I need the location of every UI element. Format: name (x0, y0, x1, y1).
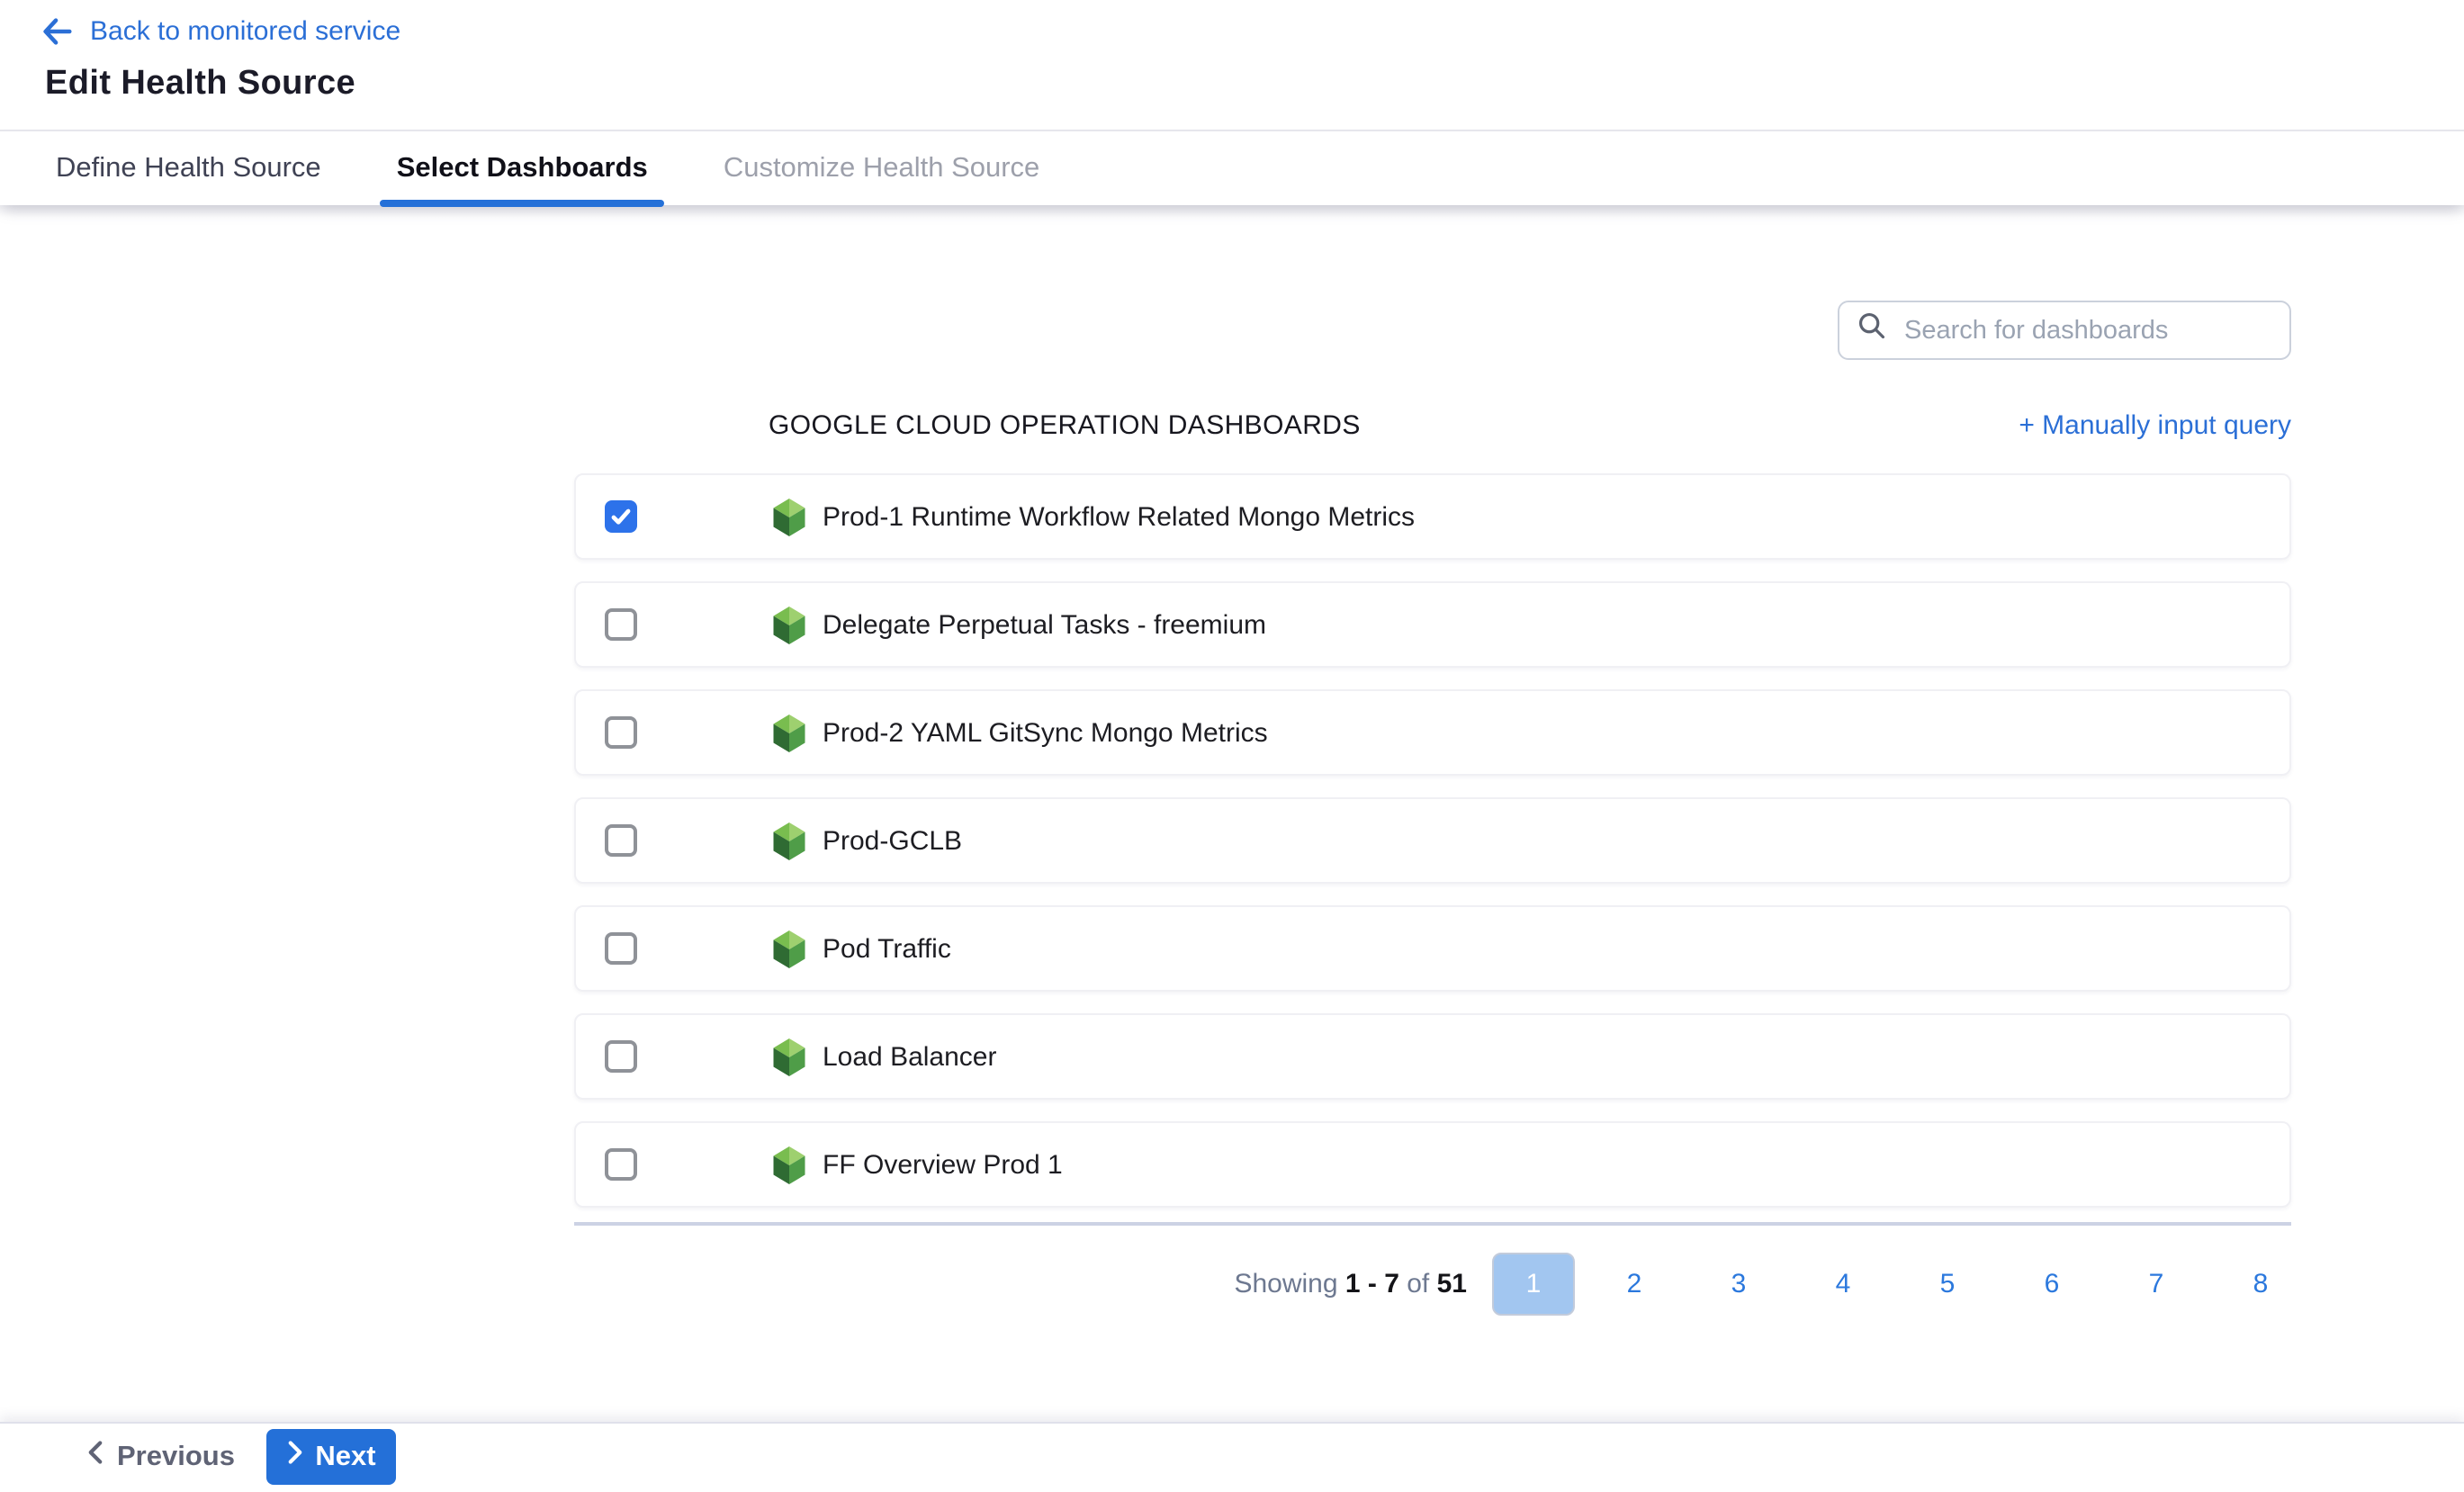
footer-bar: Previous Next (0, 1422, 2464, 1492)
tab-select-dashboards[interactable]: Select Dashboards (381, 131, 664, 205)
dashboard-checkbox[interactable] (605, 932, 637, 965)
dashboard-checkbox[interactable] (605, 1148, 637, 1181)
previous-button[interactable]: Previous (72, 1429, 249, 1485)
next-label: Next (315, 1441, 375, 1473)
page-button-active[interactable]: 1 (1492, 1252, 1575, 1315)
tab-customize-health-source[interactable]: Customize Health Source (707, 131, 1057, 205)
dashboard-row: Prod-GCLB (574, 797, 2291, 884)
previous-label: Previous (117, 1441, 235, 1473)
dashboard-row-main: FF Overview Prod 1 (770, 1144, 1063, 1185)
dashboard-row: Delegate Perpetual Tasks - freemium (574, 581, 2291, 668)
dashboard-row: Pod Traffic (574, 905, 2291, 992)
back-link-label: Back to monitored service (90, 16, 400, 47)
dashboard-label: Prod-GCLB (823, 825, 962, 856)
page-button-5[interactable]: 5 (1928, 1268, 1967, 1299)
list-bottom-divider (574, 1222, 2291, 1226)
chevron-left-icon (86, 1440, 104, 1474)
dashboard-row: Prod-2 YAML GitSync Mongo Metrics (574, 689, 2291, 776)
arrow-left-icon (40, 14, 74, 49)
chevron-right-icon (286, 1440, 304, 1474)
gco-dashboard-hexagon-icon (770, 496, 808, 537)
showing-range: 1 - 7 (1345, 1268, 1399, 1299)
page-title: Edit Health Source (45, 65, 355, 104)
gco-dashboard-hexagon-icon (770, 928, 808, 969)
dashboard-row-main: Load Balancer (770, 1036, 997, 1077)
gco-dashboard-hexagon-icon (770, 1144, 808, 1185)
dashboard-checkbox[interactable] (605, 500, 637, 533)
wizard-tabbar: Define Health Source Select Dashboards C… (0, 130, 2464, 205)
page-button-3[interactable]: 3 (1719, 1268, 1758, 1299)
section-header: GOOGLE CLOUD OPERATION DASHBOARDS (769, 409, 1361, 440)
gco-dashboard-hexagon-icon (770, 1036, 808, 1077)
page-button-4[interactable]: 4 (1823, 1268, 1863, 1299)
page-button-8[interactable]: 8 (2241, 1268, 2280, 1299)
manually-input-query-link[interactable]: + Manually input query (2019, 409, 2291, 440)
dashboard-checkbox[interactable] (605, 608, 637, 641)
dashboard-row-main: Prod-1 Runtime Workflow Related Mongo Me… (770, 496, 1415, 537)
dashboard-label: Delegate Perpetual Tasks - freemium (823, 609, 1266, 640)
dashboard-row: Prod-1 Runtime Workflow Related Mongo Me… (574, 473, 2291, 560)
dashboard-search-box[interactable] (1838, 301, 2291, 360)
dashboard-row: FF Overview Prod 1 (574, 1121, 2291, 1208)
gco-dashboard-hexagon-icon (770, 820, 808, 861)
edit-health-source-page: Back to monitored service Edit Health So… (0, 0, 2464, 1492)
dashboard-label: Prod-1 Runtime Workflow Related Mongo Me… (823, 501, 1415, 532)
dashboard-label: Pod Traffic (823, 933, 951, 964)
dashboard-rows: Prod-1 Runtime Workflow Related Mongo Me… (574, 473, 2291, 1208)
page-button-7[interactable]: 7 (2136, 1268, 2176, 1299)
search-icon (1857, 311, 1886, 349)
page-header: Back to monitored service Edit Health So… (0, 0, 2464, 130)
dashboard-list-region: GOOGLE CLOUD OPERATION DASHBOARDS + Manu… (574, 400, 2291, 1316)
dashboard-row-main: Prod-2 YAML GitSync Mongo Metrics (770, 712, 1268, 753)
gco-dashboard-hexagon-icon (770, 604, 808, 645)
tab-define-health-source[interactable]: Define Health Source (40, 131, 337, 205)
pagination: Showing 1 - 7 of 51 1 2 3 4 5 6 7 8 (574, 1251, 2291, 1316)
gco-dashboard-hexagon-icon (770, 712, 808, 753)
dashboard-label: Prod-2 YAML GitSync Mongo Metrics (823, 717, 1268, 748)
dashboard-row-main: Pod Traffic (770, 928, 951, 969)
dashboard-checkbox[interactable] (605, 824, 637, 857)
dashboard-label: Load Balancer (823, 1041, 997, 1072)
page-button-2[interactable]: 2 (1614, 1268, 1654, 1299)
list-header-row: GOOGLE CLOUD OPERATION DASHBOARDS + Manu… (574, 400, 2291, 450)
dashboard-row: Load Balancer (574, 1013, 2291, 1100)
dashboard-checkbox[interactable] (605, 716, 637, 749)
next-button[interactable]: Next (266, 1429, 396, 1485)
dashboard-row-main: Delegate Perpetual Tasks - freemium (770, 604, 1266, 645)
search-input[interactable] (1901, 314, 2271, 346)
back-to-monitored-service-link[interactable]: Back to monitored service (40, 14, 400, 49)
showing-summary: Showing 1 - 7 of 51 (1234, 1268, 1467, 1299)
dashboard-checkbox[interactable] (605, 1040, 637, 1073)
dashboard-row-main: Prod-GCLB (770, 820, 962, 861)
page-button-6[interactable]: 6 (2032, 1268, 2072, 1299)
showing-total: 51 (1437, 1268, 1467, 1299)
dashboard-label: FF Overview Prod 1 (823, 1149, 1063, 1180)
content-area: GOOGLE CLOUD OPERATION DASHBOARDS + Manu… (0, 203, 2464, 1424)
